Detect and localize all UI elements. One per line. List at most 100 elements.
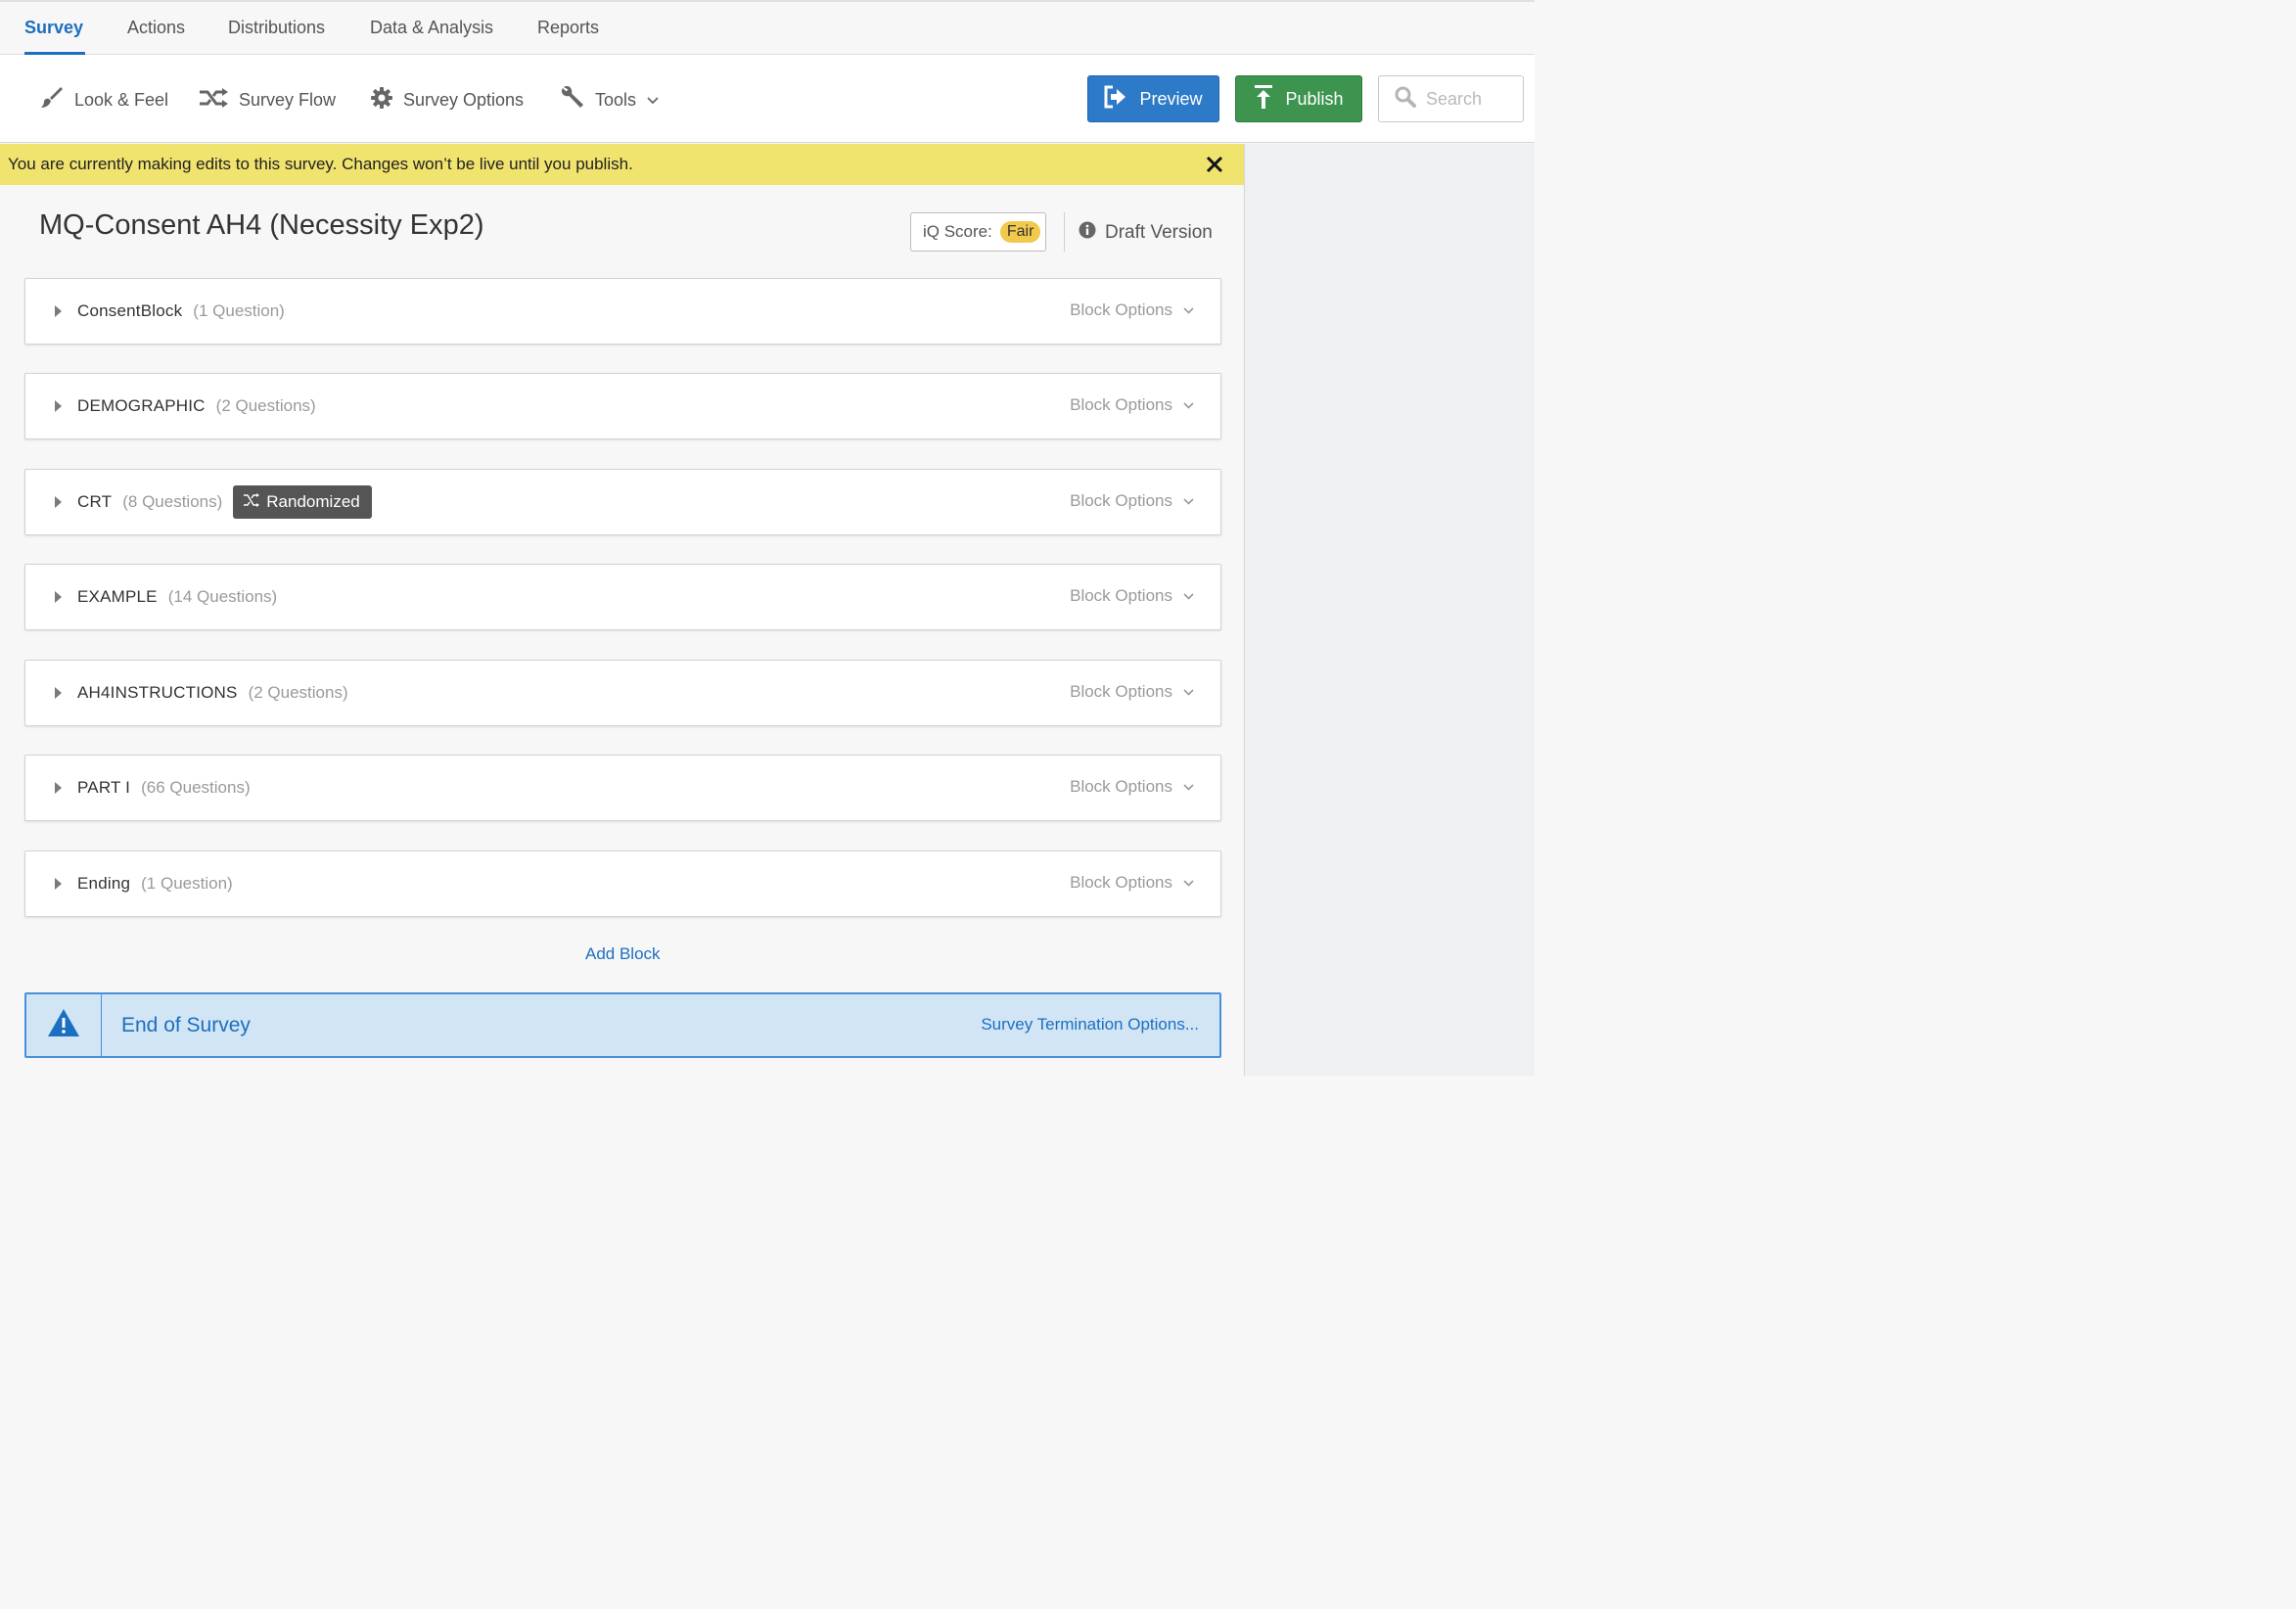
survey-block: Ending (1 Question) Block Options — [24, 850, 1221, 917]
tab-distributions[interactable]: Distributions — [228, 18, 325, 38]
search-box[interactable] — [1378, 75, 1524, 122]
block-question-count: (66 Questions) — [141, 778, 251, 797]
chevron-down-icon — [1182, 777, 1195, 797]
block-question-count: (2 Questions) — [215, 396, 316, 415]
block-question-count: (1 Question) — [141, 874, 233, 893]
block-options-label: Block Options — [1070, 682, 1172, 701]
divider — [1064, 212, 1065, 252]
survey-flow-label: Survey Flow — [239, 89, 337, 110]
survey-block: EXAMPLE (14 Questions) Block Options — [24, 564, 1221, 630]
wrench-icon — [561, 85, 585, 115]
chevron-down-icon — [1182, 682, 1195, 702]
survey-block: PART I (66 Questions) Block Options — [24, 755, 1221, 821]
survey-options-label: Survey Options — [403, 89, 525, 110]
expand-caret-icon[interactable] — [55, 400, 62, 412]
toolbar: Look & Feel Survey Flow Survey Options T… — [0, 55, 1535, 143]
chevron-down-icon — [1182, 873, 1195, 893]
block-options-button[interactable]: Block Options — [1070, 873, 1195, 893]
survey-block: ConsentBlock (1 Question) Block Options — [24, 278, 1221, 345]
block-question-count: (8 Questions) — [122, 492, 223, 511]
survey-block: AH4INSTRUCTIONS (2 Questions) Block Opti… — [24, 660, 1221, 726]
block-options-button[interactable]: Block Options — [1070, 491, 1195, 511]
publish-button[interactable]: Publish — [1235, 75, 1362, 122]
look-feel-label: Look & Feel — [74, 89, 169, 110]
tools-label: Tools — [595, 89, 637, 110]
block-options-button[interactable]: Block Options — [1070, 682, 1195, 702]
iq-score-label: iQ Score: — [923, 222, 992, 241]
preview-icon — [1104, 85, 1127, 114]
close-icon[interactable] — [1205, 155, 1224, 174]
block-options-button[interactable]: Block Options — [1070, 586, 1195, 606]
top-nav: Survey Actions Distributions Data & Anal… — [0, 0, 1535, 56]
block-name[interactable]: DEMOGRAPHIC — [77, 396, 206, 416]
publish-label: Publish — [1285, 88, 1344, 109]
block-question-count: (1 Question) — [193, 301, 285, 320]
block-options-button[interactable]: Block Options — [1070, 300, 1195, 320]
block-question-count: (2 Questions) — [248, 683, 348, 702]
end-of-survey-title[interactable]: End of Survey — [121, 1014, 251, 1037]
chevron-down-icon — [1182, 491, 1195, 511]
search-icon — [1395, 86, 1416, 113]
survey-termination-options-link[interactable]: Survey Termination Options... — [981, 1015, 1199, 1034]
survey-options-button[interactable]: Survey Options — [370, 86, 525, 115]
end-of-survey-element: End of Survey Survey Termination Options… — [24, 992, 1221, 1058]
block-name[interactable]: AH4INSTRUCTIONS — [77, 683, 238, 703]
chevron-down-icon — [1182, 395, 1195, 415]
chevron-down-icon — [1182, 586, 1195, 606]
add-block-link[interactable]: Add Block — [585, 944, 661, 964]
block-name[interactable]: PART I — [77, 778, 130, 798]
chevron-down-icon — [646, 90, 660, 111]
preview-label: Preview — [1139, 88, 1203, 109]
warning-icon-box — [26, 994, 102, 1056]
chevron-down-icon — [1182, 300, 1195, 320]
iq-score-button[interactable]: iQ Score: Fair — [910, 212, 1046, 252]
version-indicator[interactable]: Draft Version — [1079, 221, 1213, 245]
block-options-label: Block Options — [1070, 586, 1172, 605]
randomized-label: Randomized — [266, 492, 360, 511]
shuffle-flow-icon — [199, 85, 229, 115]
tab-actions[interactable]: Actions — [127, 18, 185, 38]
edit-warning-banner: You are currently making edits to this s… — [0, 144, 1244, 185]
preview-button[interactable]: Preview — [1087, 75, 1219, 122]
survey-title[interactable]: MQ-Consent AH4 (Necessity Exp2) — [39, 209, 483, 242]
block-name[interactable]: ConsentBlock — [77, 301, 182, 321]
tab-data-analysis[interactable]: Data & Analysis — [370, 18, 493, 38]
banner-message: You are currently making edits to this s… — [8, 155, 633, 173]
expand-caret-icon[interactable] — [55, 878, 62, 890]
gear-icon — [370, 86, 393, 115]
info-icon — [1079, 221, 1096, 245]
survey-block: CRT (8 Questions) Randomized Block Optio… — [24, 469, 1221, 535]
paintbrush-icon — [39, 85, 65, 115]
expand-caret-icon[interactable] — [55, 591, 62, 603]
block-name[interactable]: EXAMPLE — [77, 587, 158, 607]
search-input[interactable] — [1426, 88, 1514, 110]
survey-block: DEMOGRAPHIC (2 Questions) Block Options — [24, 373, 1221, 439]
tab-survey[interactable]: Survey — [24, 18, 83, 38]
publish-icon — [1254, 84, 1273, 115]
right-panel — [1244, 144, 1535, 1076]
block-options-button[interactable]: Block Options — [1070, 777, 1195, 797]
block-name[interactable]: CRT — [77, 492, 112, 512]
block-options-label: Block Options — [1070, 491, 1172, 510]
iq-score-badge: Fair — [999, 221, 1041, 243]
block-options-label: Block Options — [1070, 873, 1172, 892]
block-options-button[interactable]: Block Options — [1070, 395, 1195, 415]
draft-version-label: Draft Version — [1105, 222, 1213, 243]
warning-icon — [47, 1008, 80, 1042]
expand-caret-icon[interactable] — [55, 305, 62, 317]
block-question-count: (14 Questions) — [167, 587, 278, 606]
look-feel-button[interactable]: Look & Feel — [39, 85, 169, 115]
tools-menu-button[interactable]: Tools — [561, 85, 660, 115]
tab-reports[interactable]: Reports — [537, 18, 599, 38]
block-options-label: Block Options — [1070, 777, 1172, 796]
survey-editor: MQ-Consent AH4 (Necessity Exp2) iQ Score… — [0, 185, 1244, 1076]
block-name[interactable]: Ending — [77, 874, 130, 894]
shuffle-icon — [243, 492, 260, 513]
survey-flow-button[interactable]: Survey Flow — [199, 87, 336, 113]
block-options-label: Block Options — [1070, 395, 1172, 414]
expand-caret-icon[interactable] — [55, 496, 62, 508]
expand-caret-icon[interactable] — [55, 782, 62, 794]
block-options-label: Block Options — [1070, 300, 1172, 319]
expand-caret-icon[interactable] — [55, 687, 62, 699]
randomized-badge[interactable]: Randomized — [233, 485, 372, 519]
